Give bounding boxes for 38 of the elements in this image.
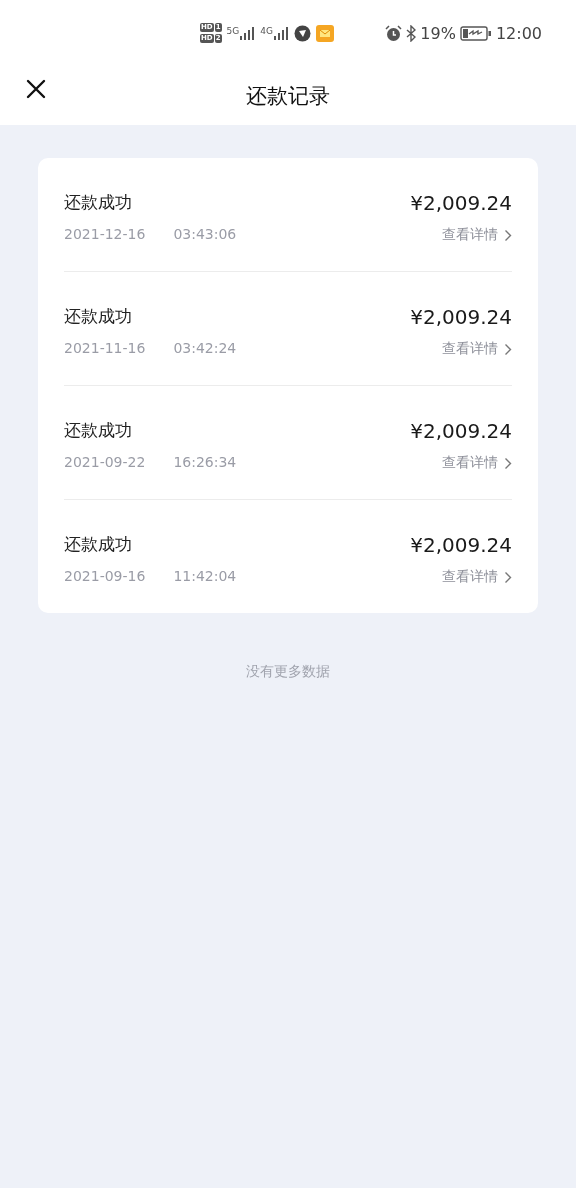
view-details-link[interactable]: 查看详情 (442, 340, 512, 358)
record-time: 16:26:34 (173, 454, 237, 470)
chevron-right-icon (504, 228, 512, 242)
mail-icon (315, 24, 334, 42)
repayment-amount: ¥2,009.24 (410, 533, 512, 557)
page-title: 还款记录 (246, 82, 330, 110)
repayment-status: 还款成功 (64, 419, 133, 442)
repayment-status: 还款成功 (64, 533, 133, 556)
end-of-list-text: 没有更多数据 (245, 663, 331, 681)
view-details-link[interactable]: 查看详情 (442, 226, 512, 244)
record-date: 2021-11-16 (64, 340, 146, 356)
repayment-amount: ¥2,009.24 (410, 305, 512, 329)
app-notification-icon (293, 24, 311, 42)
chevron-right-icon (504, 570, 512, 584)
record-date: 2021-09-16 (64, 568, 146, 584)
network-type-label: 5G (226, 26, 240, 36)
network-type-label: 4G (260, 26, 273, 36)
record-time: 03:43:06 (173, 226, 237, 242)
clock-time: 12:00 (495, 23, 542, 43)
record-date: 2021-09-22 (64, 454, 146, 470)
battery-icon (459, 25, 492, 41)
chevron-right-icon (504, 456, 512, 470)
repayment-status: 还款成功 (64, 305, 133, 328)
view-details-link[interactable]: 查看详情 (442, 568, 512, 586)
repayment-amount: ¥2,009.24 (410, 191, 512, 215)
battery-percentage: 19% (420, 23, 456, 43)
record-time: 11:42:04 (173, 568, 237, 584)
record-time: 03:42:24 (173, 340, 237, 356)
signal-icon (239, 26, 256, 40)
chevron-right-icon (504, 342, 512, 356)
record-date: 2021-12-16 (64, 226, 146, 242)
repayment-amount: ¥2,009.24 (410, 419, 512, 443)
bluetooth-icon (406, 24, 417, 42)
close-icon[interactable] (25, 78, 47, 100)
signal-icon (272, 26, 289, 40)
repayment-status: 还款成功 (64, 191, 133, 214)
alarm-icon (385, 24, 403, 42)
view-details-link[interactable]: 查看详情 (442, 454, 512, 472)
